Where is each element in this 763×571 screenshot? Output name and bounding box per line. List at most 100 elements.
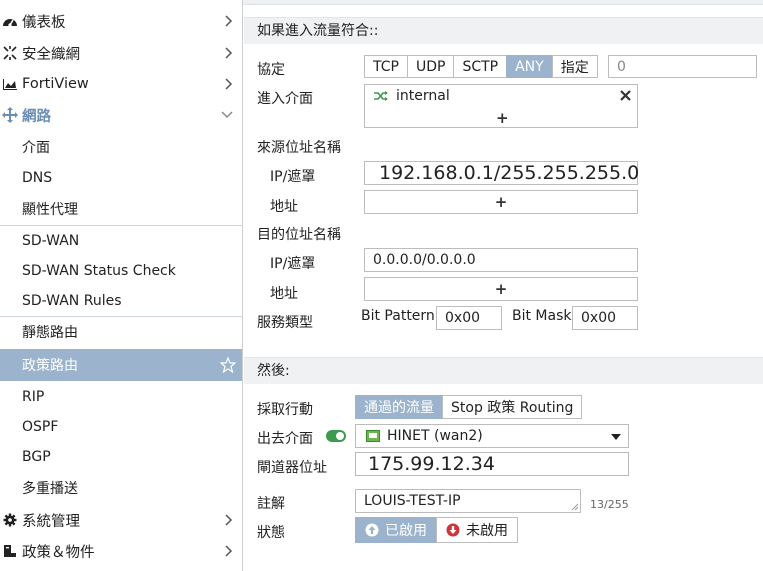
sidebar-item-sdwan-status-check[interactable]: SD-WAN Status Check xyxy=(0,260,242,282)
action-label: 採取行動 xyxy=(257,402,313,418)
protocol-tcp-button[interactable]: TCP xyxy=(364,55,408,78)
caret-down-icon xyxy=(611,434,621,440)
sidebar-item-sdwan-rules[interactable]: SD-WAN Rules xyxy=(0,290,242,312)
outgoing-interface-select[interactable]: HINET (wan2) xyxy=(355,424,629,448)
main-panel: 如果進入流量符合:: 協定 TCP UDP SCTP ANY 指定 0 進入介面… xyxy=(243,0,763,571)
protocol-number-input[interactable]: 0 xyxy=(608,55,757,78)
status-disabled-label: 未啟用 xyxy=(466,523,508,539)
chart-area-icon xyxy=(2,76,18,92)
source-address-sub-label: 地址 xyxy=(270,199,298,215)
sidebar-item-bgp[interactable]: BGP xyxy=(0,446,242,468)
status-enabled-button[interactable]: 已啟用 xyxy=(355,517,437,543)
bit-mask-input[interactable]: 0x00 xyxy=(572,306,638,330)
bit-mask-label: Bit Mask xyxy=(512,308,572,324)
service-type-label: 服務類型 xyxy=(257,315,313,331)
sidebar-item-label: SD-WAN Rules xyxy=(22,293,122,309)
add-icon[interactable]: + xyxy=(495,280,508,298)
gateway-input[interactable]: 175.99.12.34 xyxy=(355,452,629,476)
outgoing-interface-toggle[interactable] xyxy=(326,430,346,442)
protocol-udp-button[interactable]: UDP xyxy=(406,55,455,78)
status-label: 狀態 xyxy=(257,525,285,541)
sidebar-item-dashboard[interactable]: 儀表板 xyxy=(0,10,242,32)
protocol-specify-button[interactable]: 指定 xyxy=(551,55,598,78)
resize-handle-icon[interactable] xyxy=(571,503,579,511)
comment-label: 註解 xyxy=(257,496,285,512)
comment-counter: 13/255 xyxy=(590,498,629,511)
action-selector: 通過的流量 Stop 政策 Routing xyxy=(355,395,583,419)
chevron-right-icon xyxy=(225,545,233,557)
chevron-right-icon xyxy=(225,47,233,59)
sidebar-item-policy-routes[interactable]: 政策路由 xyxy=(0,349,242,381)
status-selector: 已啟用 未啟用 xyxy=(355,517,518,543)
arrow-up-circle-icon xyxy=(365,523,379,537)
sidebar-item-label: OSPF xyxy=(22,419,59,435)
sidebar-item-network[interactable]: 網路 xyxy=(0,104,242,126)
incoming-interface-label: 進入介面 xyxy=(257,91,313,107)
source-address-label: 來源位址名稱 xyxy=(257,140,341,156)
destination-ip-mask-label: IP/遮罩 xyxy=(270,256,316,272)
section-header-then: 然後: xyxy=(244,357,763,384)
incoming-interface-box[interactable]: internal + xyxy=(364,84,638,128)
section-header-match: 如果進入流量符合:: xyxy=(244,17,763,44)
port-icon xyxy=(366,430,380,442)
sidebar: 儀表板 安全織網 FortiView 網路 介面 DNS 顯性代理 SD-WAN xyxy=(0,0,243,571)
protocol-selector: TCP UDP SCTP ANY 指定 xyxy=(364,55,598,78)
fabric-icon xyxy=(2,45,18,61)
sidebar-item-label: BGP xyxy=(22,449,51,465)
sidebar-item-ospf[interactable]: OSPF xyxy=(0,416,242,438)
arrow-down-circle-icon xyxy=(446,523,460,537)
gateway-label: 閘道器位址 xyxy=(257,460,327,476)
bit-pattern-input[interactable]: 0x00 xyxy=(436,306,502,330)
chevron-right-icon xyxy=(225,78,233,90)
close-icon[interactable] xyxy=(620,90,631,101)
incoming-interface-value: internal xyxy=(396,88,450,104)
comment-value: LOUIS-TEST-IP xyxy=(364,493,461,509)
add-icon[interactable]: + xyxy=(496,109,509,127)
chevron-down-icon xyxy=(221,111,233,119)
sidebar-item-label: RIP xyxy=(22,389,45,405)
sidebar-item-label: 顯性代理 xyxy=(22,202,78,218)
add-icon[interactable]: + xyxy=(495,193,508,211)
sidebar-item-explicit-proxy[interactable]: 顯性代理 xyxy=(0,198,242,220)
sidebar-item-label: 政策路由 xyxy=(22,358,78,374)
sidebar-item-label: 網路 xyxy=(22,108,51,125)
sidebar-item-rip[interactable]: RIP xyxy=(0,386,242,408)
sidebar-item-label: DNS xyxy=(22,170,53,186)
sidebar-item-label: FortiView xyxy=(22,76,89,92)
sidebar-item-multicast[interactable]: 多重播送 xyxy=(0,477,242,499)
source-ip-mask-input[interactable]: 192.168.0.1/255.255.255.0 xyxy=(364,161,639,185)
comment-textarea[interactable]: LOUIS-TEST-IP xyxy=(355,489,581,513)
sidebar-item-label: 靜態路由 xyxy=(22,325,78,341)
sidebar-item-policy-objects[interactable]: 政策＆物件 xyxy=(0,540,242,562)
action-forward-button[interactable]: 通過的流量 xyxy=(355,395,443,419)
sidebar-item-system[interactable]: 系統管理 xyxy=(0,509,242,531)
protocol-label: 協定 xyxy=(257,62,285,78)
status-enabled-label: 已啟用 xyxy=(385,523,427,539)
action-stop-routing-button[interactable]: Stop 政策 Routing xyxy=(442,395,583,419)
gear-icon xyxy=(2,512,18,528)
destination-ip-mask-input[interactable]: 0.0.0.0/0.0.0.0 xyxy=(364,248,638,272)
policy-doc-icon xyxy=(2,543,18,559)
sidebar-item-label: 安全織網 xyxy=(22,46,80,63)
source-address-add-field[interactable]: + xyxy=(364,190,638,214)
sidebar-item-label: 系統管理 xyxy=(22,513,80,530)
sidebar-item-label: 多重播送 xyxy=(22,481,78,497)
top-strip xyxy=(243,0,763,5)
sidebar-item-security-fabric[interactable]: 安全織網 xyxy=(0,42,242,64)
sidebar-item-label: 介面 xyxy=(22,140,50,156)
sidebar-item-dns[interactable]: DNS xyxy=(0,167,242,189)
protocol-any-button[interactable]: ANY xyxy=(506,55,553,78)
divider xyxy=(0,316,242,317)
protocol-sctp-button[interactable]: SCTP xyxy=(453,55,508,78)
sidebar-item-label: SD-WAN Status Check xyxy=(22,263,176,279)
sidebar-item-static-routes[interactable]: 靜態路由 xyxy=(0,321,242,343)
destination-address-add-field[interactable]: + xyxy=(364,277,638,301)
sidebar-item-sdwan[interactable]: SD-WAN xyxy=(0,230,242,252)
star-icon[interactable] xyxy=(220,357,236,373)
status-disabled-button[interactable]: 未啟用 xyxy=(436,517,518,543)
sidebar-item-fortiview[interactable]: FortiView xyxy=(0,73,242,95)
sidebar-item-interfaces[interactable]: 介面 xyxy=(0,136,242,158)
sidebar-item-label: SD-WAN xyxy=(22,233,80,249)
source-ip-mask-label: IP/遮罩 xyxy=(270,169,316,185)
destination-address-sub-label: 地址 xyxy=(270,286,298,302)
